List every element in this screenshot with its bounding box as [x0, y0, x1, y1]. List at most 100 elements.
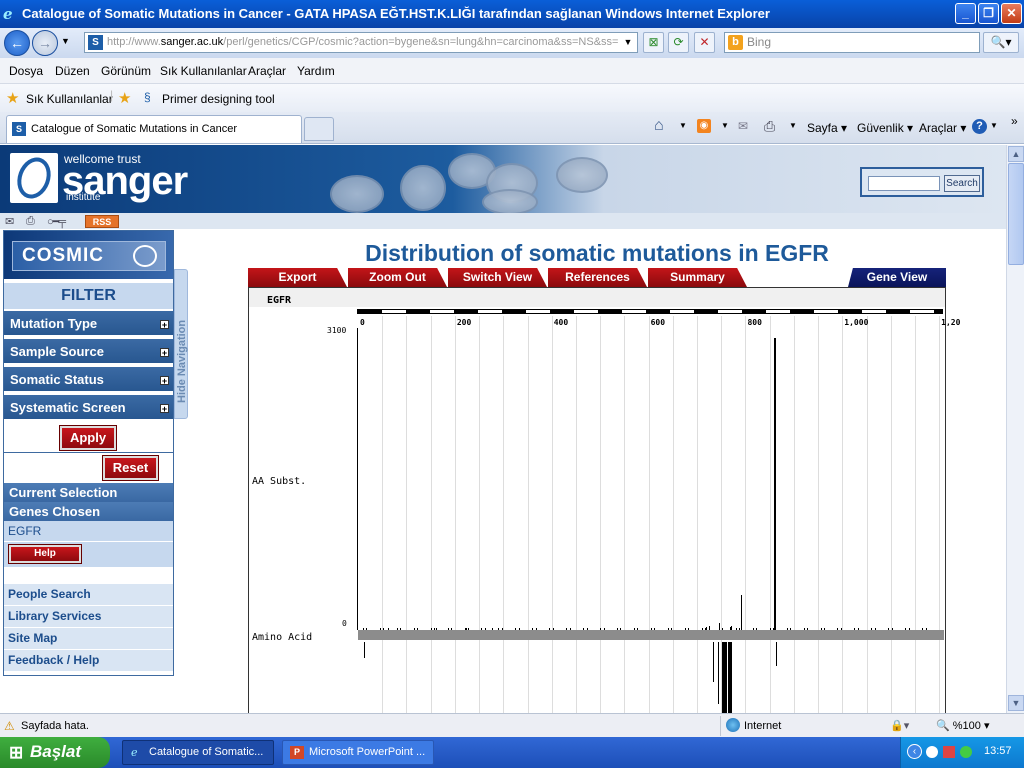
page-menu[interactable]: Sayfa ▾ — [807, 121, 847, 135]
email-icon[interactable]: ✉ — [5, 215, 14, 228]
page-title: Distribution of somatic mutations in EGF… — [365, 240, 829, 266]
address-dropdown-icon[interactable]: ▼ — [620, 33, 636, 52]
expand-icon[interactable]: + — [160, 320, 169, 330]
tab-references[interactable]: References — [548, 268, 647, 287]
filter-mutation-type[interactable]: Mutation Type + — [4, 311, 173, 337]
refresh-icon[interactable]: ⟳ — [668, 32, 689, 53]
filter-label: Mutation Type — [10, 316, 98, 331]
scroll-up-icon[interactable]: ▲ — [1008, 146, 1024, 162]
feeds-icon[interactable]: ◉ — [697, 119, 711, 133]
site-search-button[interactable]: Search — [944, 175, 980, 192]
taskbar-item-ie[interactable]: e Catalogue of Somatic... — [122, 740, 274, 765]
tray-expand-icon[interactable]: ‹ — [907, 744, 922, 759]
tools-menu[interactable]: Araçlar ▾ — [919, 121, 966, 135]
help-icon[interactable]: ? — [972, 119, 987, 134]
maximize-button[interactable]: ❐ — [978, 3, 999, 24]
compatibility-view-icon[interactable]: ⊠ — [643, 32, 664, 53]
gridline — [890, 316, 892, 713]
status-text[interactable]: Sayfada hata. — [21, 720, 89, 732]
minimize-button[interactable]: _ — [955, 3, 976, 24]
menu-tools[interactable]: Araçlar — [248, 64, 286, 78]
safety-menu[interactable]: Güvenlik ▾ — [857, 121, 913, 135]
expand-icon[interactable]: + — [160, 404, 169, 414]
vertical-scrollbar[interactable]: ▲ ▼ — [1006, 145, 1024, 713]
link-feedback-help[interactable]: Feedback / Help — [4, 649, 173, 671]
tab-summary[interactable]: Summary — [648, 268, 747, 287]
filter-somatic-status[interactable]: Somatic Status + — [4, 367, 173, 393]
scroll-down-icon[interactable]: ▼ — [1008, 695, 1024, 711]
search-input[interactable]: b Bing — [724, 32, 980, 53]
zoom-control[interactable]: 🔍 %100 ▾ — [936, 719, 989, 732]
tab-gene-view[interactable]: Gene View — [848, 268, 946, 287]
mutation-chart-panel: EGFR 0 200 400 600 800 1,000 1,20 3100 0 AA Su… — [248, 287, 960, 713]
print-dropdown-icon[interactable]: ▼ — [789, 121, 797, 130]
back-button[interactable]: ← — [4, 30, 30, 56]
menu-edit[interactable]: Düzen — [55, 64, 90, 78]
mutation-track-mark — [724, 642, 727, 713]
expand-icon[interactable]: + — [160, 348, 169, 358]
mutation-bar[interactable] — [740, 594, 742, 630]
chosen-gene[interactable]: EGFR — [4, 521, 173, 541]
favorite-link-primer[interactable]: Primer designing tool — [162, 92, 275, 106]
favorites-bar: ★ Sık Kullanılanlar | ★ § Primer designi… — [0, 84, 1024, 112]
mutation-bar[interactable] — [773, 337, 776, 630]
reset-button[interactable]: Reset — [102, 455, 159, 481]
cosmic-logo[interactable]: COSMIC — [12, 241, 166, 271]
safety-menu-label: Güvenlik — [857, 121, 904, 135]
favorites-star-icon[interactable]: ★ — [6, 89, 19, 107]
apply-button[interactable]: Apply — [59, 425, 117, 451]
help-dropdown-icon[interactable]: ▼ — [990, 121, 998, 130]
window-title-bar[interactable]: e Catalogue of Somatic Mutations in Canc… — [0, 0, 1024, 28]
menu-favorites[interactable]: Sık Kullanılanlar — [160, 64, 247, 78]
tab-switch-view[interactable]: Switch View — [448, 268, 547, 287]
tray-status-icon[interactable] — [960, 746, 972, 758]
link-people-search[interactable]: People Search — [4, 583, 173, 605]
scroll-thumb[interactable] — [1008, 163, 1024, 265]
mail-icon[interactable]: ✉ — [738, 119, 748, 133]
link-library-services[interactable]: Library Services — [4, 605, 173, 627]
close-button[interactable]: ✕ — [1001, 3, 1022, 24]
tab-zoom-out[interactable]: Zoom Out — [348, 268, 447, 287]
site-search-input[interactable] — [868, 176, 940, 191]
more-commands-button[interactable]: » — [1011, 114, 1018, 128]
tray-network-icon[interactable] — [926, 746, 938, 758]
warning-icon[interactable]: ⚠ — [4, 719, 17, 733]
stop-icon[interactable]: ✕ — [694, 32, 715, 53]
taskbar-item-powerpoint[interactable]: P Microsoft PowerPoint ... — [282, 740, 434, 765]
menu-view[interactable]: Görünüm — [101, 64, 151, 78]
tab-export[interactable]: Export — [248, 268, 347, 287]
menu-help[interactable]: Yardım — [297, 64, 335, 78]
filter-sample-source[interactable]: Sample Source + — [4, 339, 173, 365]
print-page-icon[interactable]: ⎙ — [26, 215, 35, 228]
protected-mode-icon[interactable]: 🔒▾ — [890, 719, 909, 732]
link-site-map[interactable]: Site Map — [4, 627, 173, 649]
favorites-button[interactable]: Sık Kullanılanlar — [26, 92, 113, 106]
gridline — [454, 316, 456, 713]
forward-button[interactable]: → — [32, 30, 58, 56]
tab-cosmic[interactable]: S Catalogue of Somatic Mutations in Canc… — [6, 115, 302, 143]
start-button[interactable]: ⊞ Başlat — [0, 737, 110, 768]
address-bar[interactable]: S http://www.sanger.ac.uk/perl/genetics/… — [84, 32, 638, 53]
spacer — [4, 567, 173, 583]
tray-app-icon[interactable] — [943, 746, 955, 758]
login-key-icon[interactable]: ○━╤ — [47, 215, 66, 228]
menu-file[interactable]: Dosya — [9, 64, 43, 78]
print-icon[interactable]: ⎙ — [764, 118, 775, 135]
search-button[interactable]: 🔍▾ — [983, 32, 1019, 53]
gridline — [939, 316, 941, 713]
rss-button[interactable]: RSS — [85, 215, 119, 228]
mutation-track-mark — [731, 642, 732, 713]
new-tab-button[interactable] — [304, 117, 334, 141]
sanger-logo[interactable] — [10, 152, 58, 204]
add-favorite-icon[interactable]: ★ — [118, 89, 131, 107]
filter-systematic-screen[interactable]: Systematic Screen + — [4, 395, 173, 421]
position-ruler — [357, 309, 943, 314]
feeds-dropdown-icon[interactable]: ▼ — [721, 121, 729, 130]
home-dropdown-icon[interactable]: ▼ — [679, 121, 687, 130]
utility-strip: ✉ ⎙ ○━╤ RSS — [0, 213, 1006, 229]
hide-navigation-tab[interactable]: Hide Navigation — [174, 269, 188, 419]
home-icon[interactable]: ⌂ — [654, 117, 664, 135]
history-dropdown-icon[interactable]: ▼ — [61, 36, 70, 46]
expand-icon[interactable]: + — [160, 376, 169, 386]
help-button[interactable]: Help — [8, 544, 82, 564]
